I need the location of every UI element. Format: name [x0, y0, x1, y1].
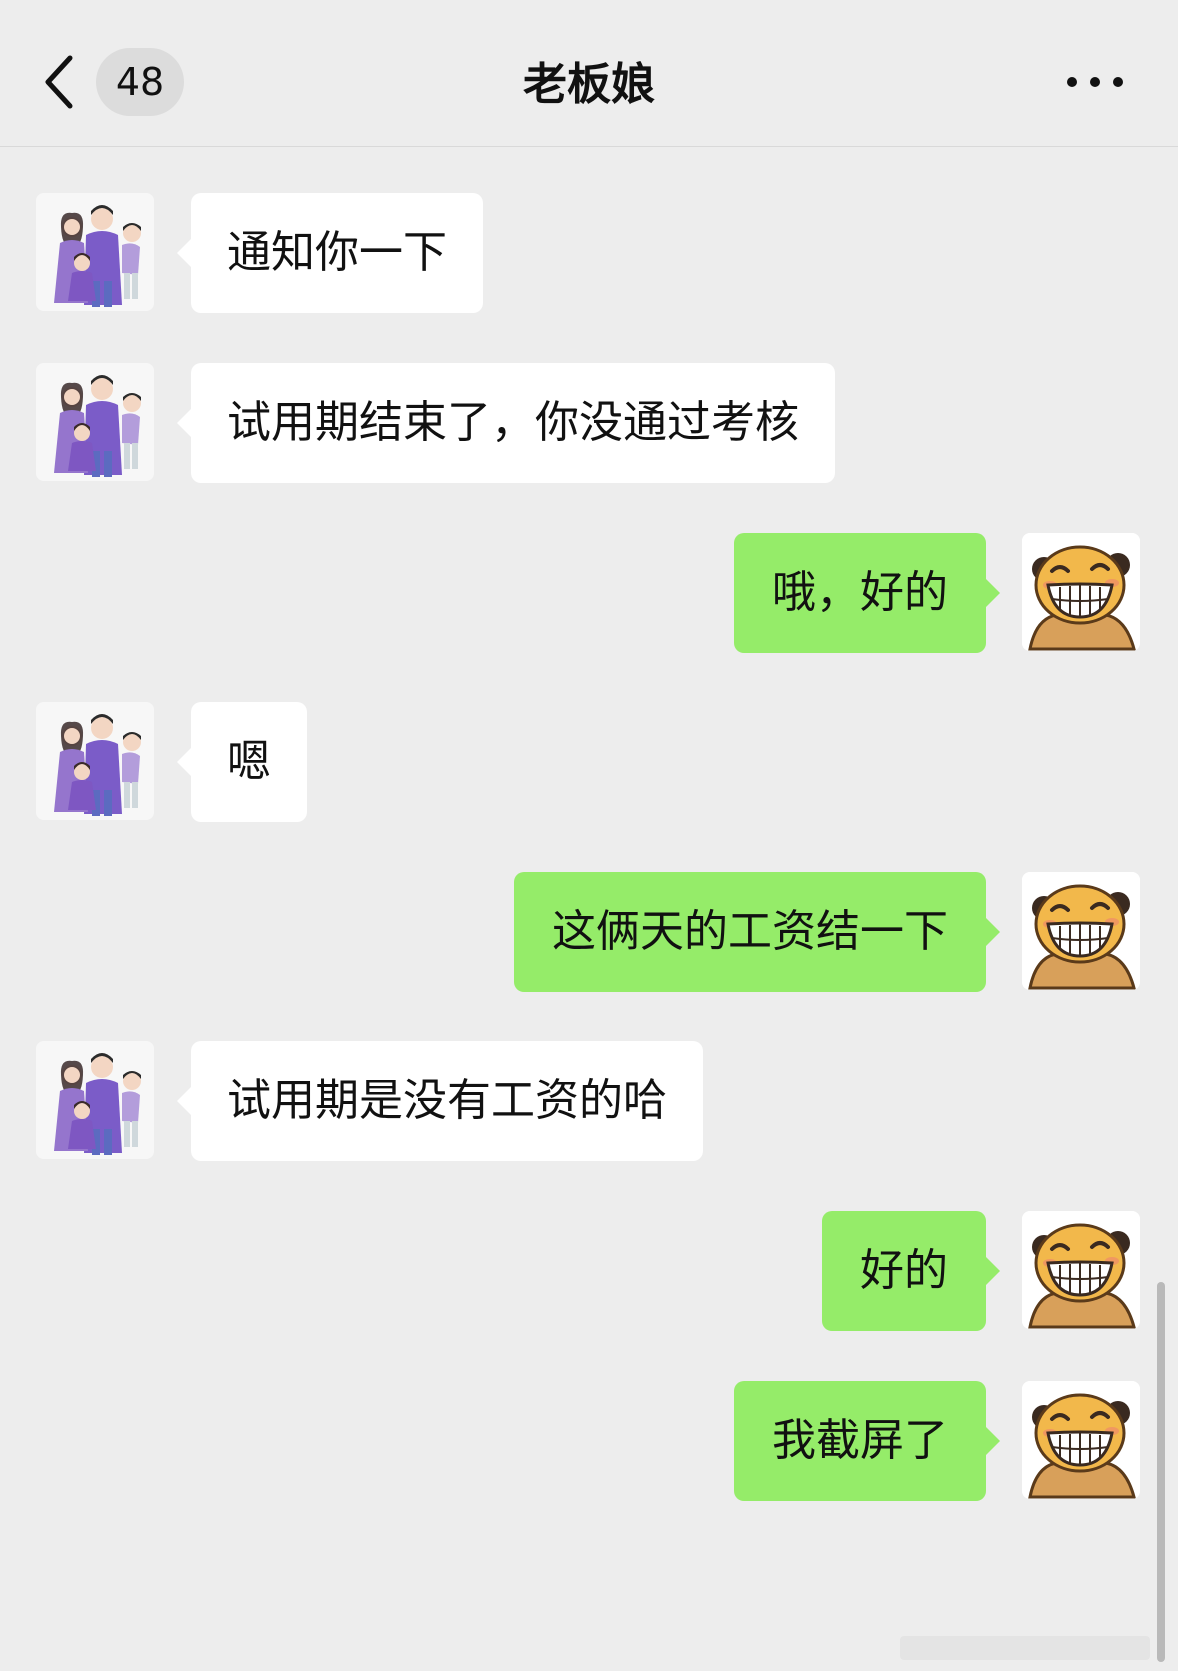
- incoming-message-bubble[interactable]: 通知你一下: [177, 193, 483, 313]
- incoming-message-bubble[interactable]: 嗯: [177, 702, 307, 822]
- my-avatar[interactable]: [1022, 533, 1140, 651]
- incoming-message-bubble[interactable]: 试用期结束了，你没通过考核: [177, 363, 835, 483]
- outgoing-message-bubble[interactable]: 这俩天的工资结一下: [514, 872, 1000, 992]
- message-row: 哦，好的: [0, 533, 1178, 653]
- message-row: 我截屏了: [0, 1381, 1178, 1501]
- outgoing-message-bubble[interactable]: 我截屏了: [734, 1381, 1000, 1501]
- message-row: 好的: [0, 1211, 1178, 1331]
- more-button[interactable]: [1060, 64, 1130, 100]
- contact-avatar[interactable]: [36, 363, 154, 481]
- outgoing-message-bubble[interactable]: 好的: [822, 1211, 1000, 1331]
- message-row: 试用期结束了，你没通过考核: [0, 363, 1178, 483]
- contact-avatar[interactable]: [36, 193, 154, 311]
- contact-avatar[interactable]: [36, 1041, 154, 1159]
- my-avatar[interactable]: [1022, 872, 1140, 990]
- my-avatar[interactable]: [1022, 1381, 1140, 1499]
- chat-title: 老板娘: [523, 59, 655, 110]
- incoming-message-bubble[interactable]: 试用期是没有工资的哈: [177, 1041, 703, 1161]
- my-avatar[interactable]: [1022, 1211, 1140, 1329]
- message-row: 通知你一下: [0, 193, 1178, 313]
- message-row: 试用期是没有工资的哈: [0, 1041, 1178, 1161]
- message-row: 这俩天的工资结一下: [0, 872, 1178, 992]
- more-dots-icon: [1067, 77, 1123, 87]
- chat-header: 48 老板娘: [0, 0, 1178, 147]
- contact-avatar[interactable]: [36, 702, 154, 820]
- outgoing-message-bubble[interactable]: 哦，好的: [734, 533, 1000, 653]
- watermark: [900, 1636, 1150, 1660]
- message-row: 嗯: [0, 702, 1178, 822]
- scrollbar[interactable]: [1157, 1282, 1165, 1662]
